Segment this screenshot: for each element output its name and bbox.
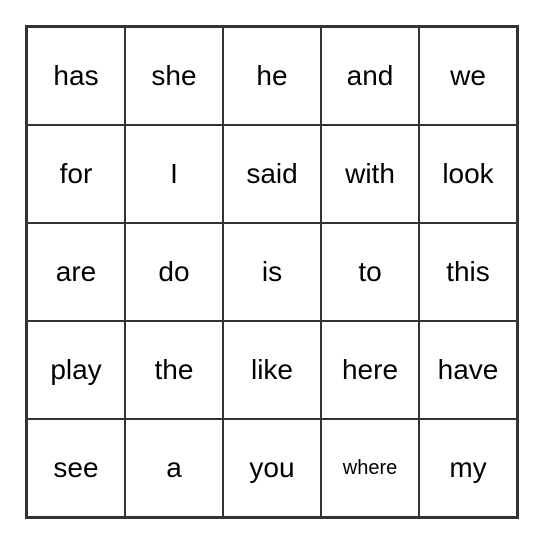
bingo-cell-2-3: to xyxy=(321,223,419,321)
bingo-cell-1-3: with xyxy=(321,125,419,223)
bingo-cell-3-2: like xyxy=(223,321,321,419)
bingo-cell-4-1: a xyxy=(125,419,223,517)
bingo-cell-2-0: are xyxy=(27,223,125,321)
bingo-row-1: forIsaidwithlook xyxy=(27,125,517,223)
bingo-cell-3-1: the xyxy=(125,321,223,419)
bingo-cell-3-0: play xyxy=(27,321,125,419)
bingo-row-4: seeayouwheremy xyxy=(27,419,517,517)
bingo-cell-0-0: has xyxy=(27,27,125,125)
bingo-cell-4-2: you xyxy=(223,419,321,517)
bingo-row-2: aredoistothis xyxy=(27,223,517,321)
bingo-cell-2-1: do xyxy=(125,223,223,321)
bingo-cell-2-2: is xyxy=(223,223,321,321)
bingo-row-0: hassheheandwe xyxy=(27,27,517,125)
bingo-cell-1-0: for xyxy=(27,125,125,223)
bingo-cell-1-1: I xyxy=(125,125,223,223)
bingo-cell-4-4: my xyxy=(419,419,517,517)
bingo-cell-1-4: look xyxy=(419,125,517,223)
bingo-grid: hassheheandweforIsaidwithlookaredoistoth… xyxy=(25,25,519,519)
bingo-cell-0-1: she xyxy=(125,27,223,125)
bingo-cell-3-4: have xyxy=(419,321,517,419)
bingo-cell-0-2: he xyxy=(223,27,321,125)
bingo-cell-2-4: this xyxy=(419,223,517,321)
bingo-cell-0-3: and xyxy=(321,27,419,125)
bingo-cell-1-2: said xyxy=(223,125,321,223)
bingo-cell-4-0: see xyxy=(27,419,125,517)
bingo-row-3: playthelikeherehave xyxy=(27,321,517,419)
bingo-cell-3-3: here xyxy=(321,321,419,419)
bingo-cell-4-3: where xyxy=(321,419,419,517)
bingo-cell-0-4: we xyxy=(419,27,517,125)
